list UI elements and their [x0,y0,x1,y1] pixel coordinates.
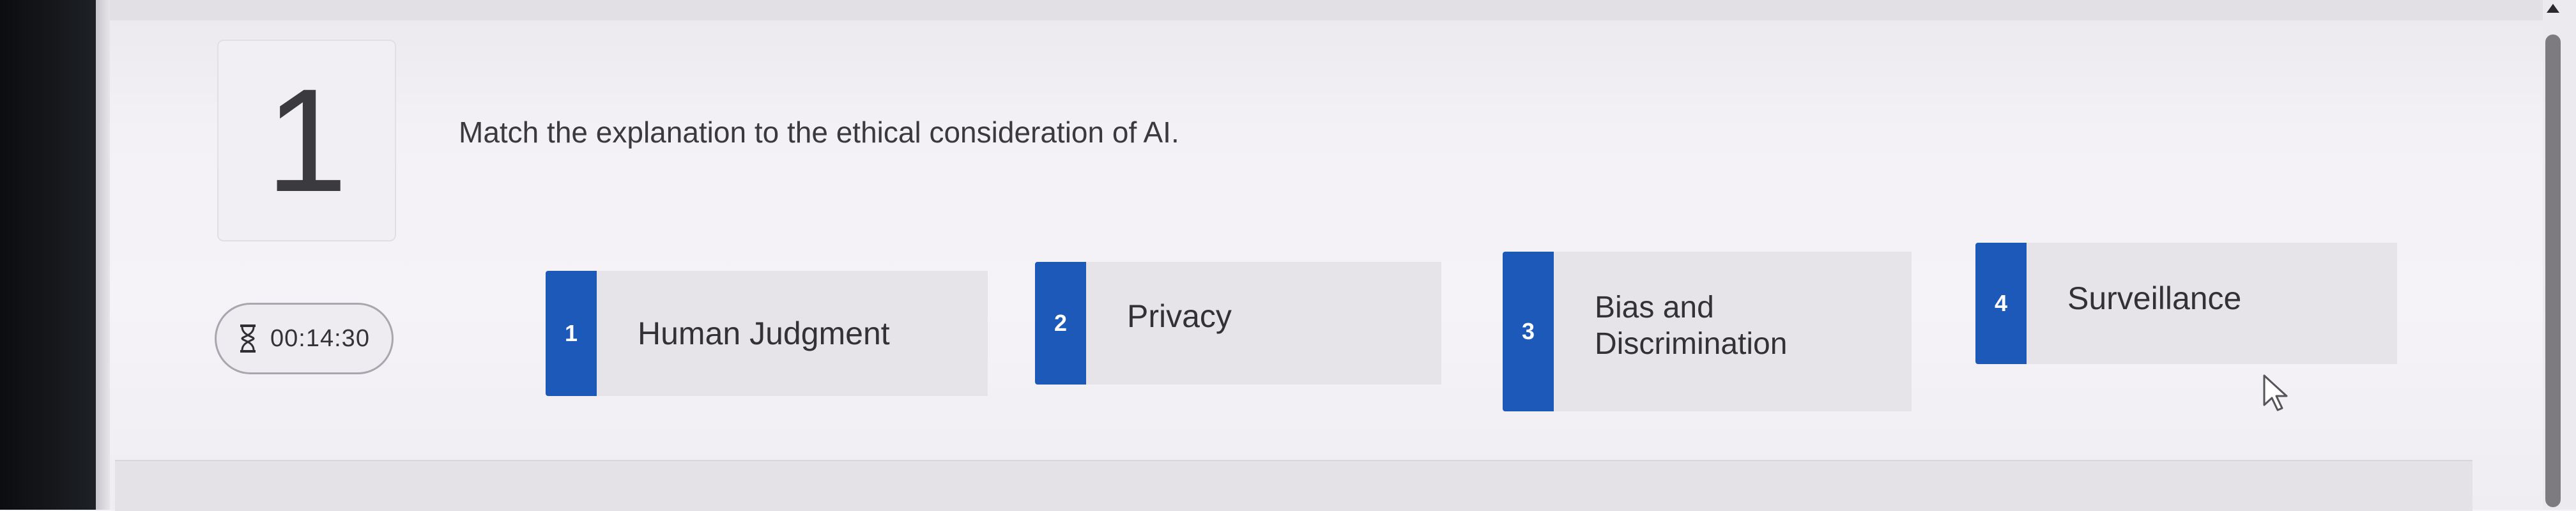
option-label-container: Surveillance [2027,243,2397,364]
option-label: Human Judgment [638,315,890,351]
option-label-line-2: Discrimination [1595,326,1788,361]
scroll-up-arrow-icon[interactable] [2547,4,2559,13]
content-panel [115,460,2472,511]
option-label-container: Human Judgment [597,271,988,396]
question-number: 1 [266,58,348,222]
timer: 00:14:30 [215,303,394,374]
device-bezel [0,0,96,510]
top-strip [110,0,2576,20]
bezel-edge [96,0,110,510]
option-label-line-1: Bias and [1595,291,1714,324]
option-number-badge: 4 [1975,243,2027,364]
option-label-container: Bias and Discrimination [1554,252,1912,411]
scrollbar-thumb[interactable] [2545,34,2561,507]
option-surveillance[interactable]: 4 Surveillance [1975,243,2397,364]
option-number-badge: 1 [546,271,597,396]
option-human-judgment[interactable]: 1 Human Judgment [546,271,988,396]
question-prompt: Match the explanation to the ethical con… [459,116,1179,149]
option-number-badge: 2 [1035,262,1086,385]
hourglass-icon [238,324,257,353]
option-privacy[interactable]: 2 Privacy [1035,262,1441,385]
option-label-container: Privacy [1086,262,1441,385]
option-label: Privacy [1127,298,1232,334]
question-number-tile: 1 [217,40,396,241]
mouse-pointer-icon [2262,373,2290,417]
option-bias-and-discrimination[interactable]: 3 Bias and Discrimination [1503,252,1912,411]
option-number-badge: 3 [1503,252,1554,411]
option-label: Surveillance [2067,280,2242,316]
timer-value: 00:14:30 [270,324,370,352]
